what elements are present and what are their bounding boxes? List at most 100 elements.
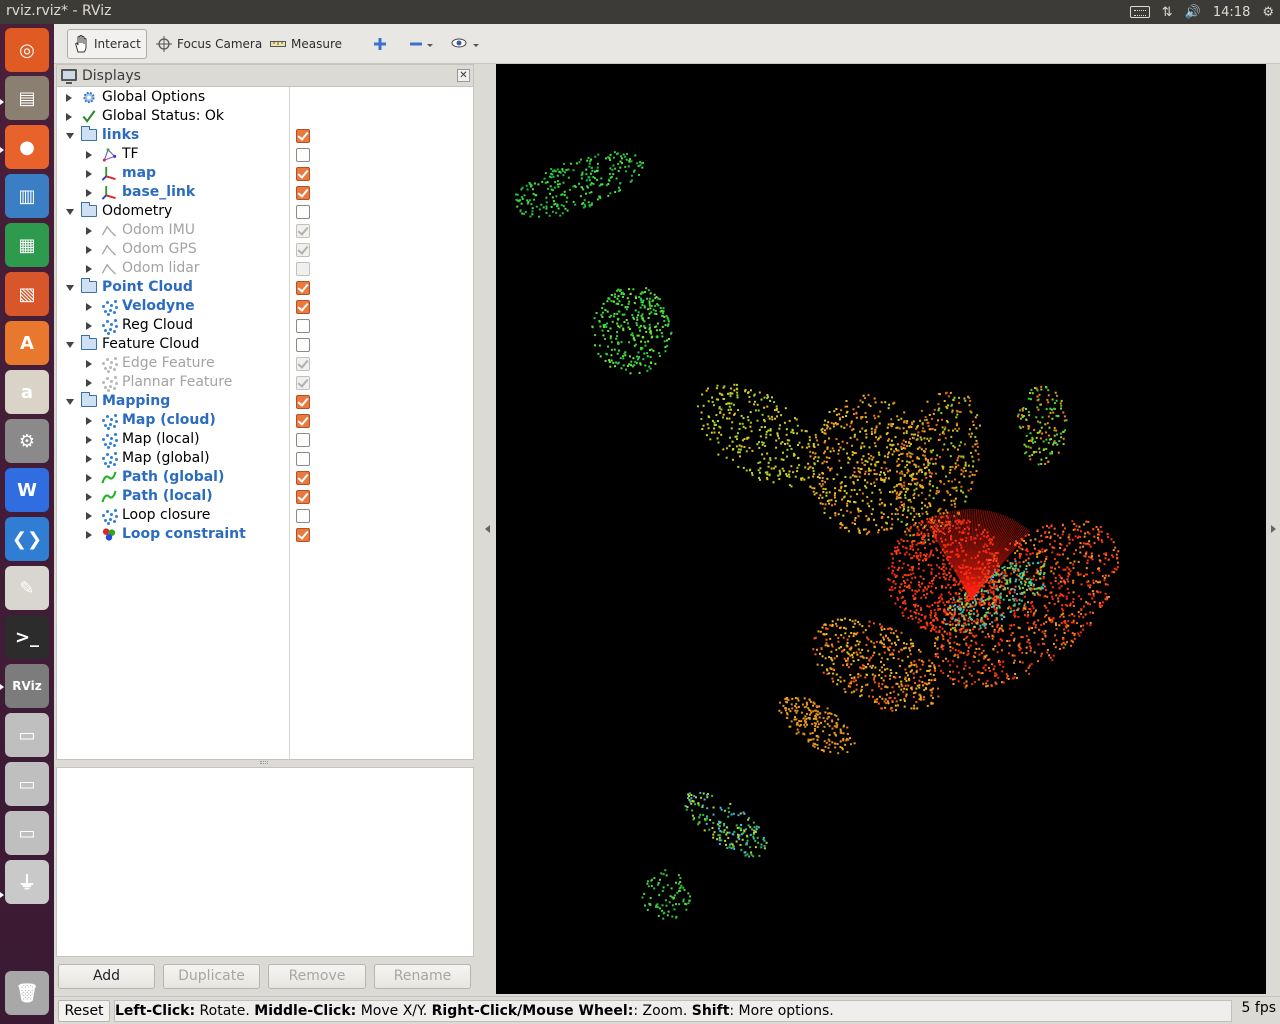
enable-checkbox[interactable] — [296, 148, 310, 162]
enable-checkbox[interactable] — [296, 186, 310, 200]
collapsed-arrow-icon[interactable] — [86, 360, 92, 368]
keyboard-icon[interactable] — [1129, 6, 1150, 18]
enable-checkbox[interactable] — [296, 205, 310, 219]
enable-checkbox[interactable] — [296, 281, 310, 295]
rviz-icon[interactable]: RViz — [5, 664, 49, 708]
render-3d-view[interactable] — [496, 64, 1266, 994]
ubuntu-dash-icon[interactable]: ◎ — [5, 28, 49, 72]
impress-icon[interactable]: ▧ — [5, 272, 49, 316]
system-settings-icon[interactable]: ⚙ — [5, 419, 49, 463]
collapse-right-arrow-icon[interactable] — [1271, 525, 1276, 533]
display-item-odometry[interactable]: Odometry — [57, 202, 473, 221]
enable-checkbox[interactable] — [296, 129, 310, 143]
expanded-arrow-icon[interactable] — [66, 399, 74, 405]
display-item-map-local[interactable]: Map (local) — [57, 430, 473, 449]
measure-tool-button[interactable]: Measure — [265, 29, 347, 59]
trash-icon[interactable]: 🗑 — [5, 971, 49, 1015]
enable-checkbox[interactable] — [296, 300, 310, 314]
drive-icon[interactable]: ▭ — [5, 762, 49, 806]
reset-button[interactable]: Reset — [58, 1000, 110, 1022]
close-panel-icon[interactable]: ✕ — [457, 69, 470, 82]
collapsed-arrow-icon[interactable] — [86, 170, 92, 178]
enable-checkbox[interactable] — [296, 357, 310, 371]
enable-checkbox[interactable] — [296, 509, 310, 523]
enable-checkbox[interactable] — [296, 376, 310, 390]
focus-camera-tool-button[interactable]: Focus Camera — [151, 29, 267, 59]
display-item-map-cloud[interactable]: Map (cloud) — [57, 411, 473, 430]
enable-checkbox[interactable] — [296, 262, 310, 276]
enable-checkbox[interactable] — [296, 395, 310, 409]
enable-checkbox[interactable] — [296, 452, 310, 466]
add-display-button[interactable]: Add — [58, 964, 155, 989]
display-item-path-local[interactable]: Path (local) — [57, 487, 473, 506]
expanded-arrow-icon[interactable] — [66, 285, 74, 291]
display-item-global-options[interactable]: Global Options — [57, 88, 473, 107]
vscode-icon[interactable]: ❮❯ — [5, 517, 49, 561]
collapsed-arrow-icon[interactable] — [86, 189, 92, 197]
collapsed-arrow-icon[interactable] — [86, 322, 92, 330]
display-item-odom-gps[interactable]: Odom GPS — [57, 240, 473, 259]
add-tool-button[interactable] — [368, 29, 392, 59]
display-item-plannar-feature[interactable]: Plannar Feature — [57, 373, 473, 392]
wps-icon[interactable]: W — [5, 468, 49, 512]
enable-checkbox[interactable] — [296, 528, 310, 542]
enable-checkbox[interactable] — [296, 224, 310, 238]
enable-checkbox[interactable] — [296, 471, 310, 485]
drive-icon[interactable]: ▭ — [5, 713, 49, 757]
collapsed-arrow-icon[interactable] — [86, 227, 92, 235]
enable-checkbox[interactable] — [296, 433, 310, 447]
collapse-left-arrow-icon[interactable] — [485, 525, 490, 533]
display-item-path-global[interactable]: Path (global) — [57, 468, 473, 487]
collapsed-arrow-icon[interactable] — [66, 113, 72, 121]
collapsed-arrow-icon[interactable] — [86, 417, 92, 425]
display-item-tf[interactable]: TF — [57, 145, 473, 164]
collapsed-arrow-icon[interactable] — [86, 474, 92, 482]
collapsed-arrow-icon[interactable] — [86, 493, 92, 501]
clock[interactable]: 14:18 — [1213, 5, 1250, 20]
collapsed-arrow-icon[interactable] — [86, 512, 92, 520]
collapsed-arrow-icon[interactable] — [86, 246, 92, 254]
display-item-base-link[interactable]: base_link — [57, 183, 473, 202]
usb-drive-icon[interactable]: ⏚ — [5, 860, 49, 904]
remove-tool-button[interactable] — [404, 29, 440, 59]
collapsed-arrow-icon[interactable] — [86, 151, 92, 159]
display-item-edge-feature[interactable]: Edge Feature — [57, 354, 473, 373]
collapsed-arrow-icon[interactable] — [86, 455, 92, 463]
enable-checkbox[interactable] — [296, 167, 310, 181]
writer-icon[interactable]: ▥ — [5, 174, 49, 218]
display-item-global-status-ok[interactable]: Global Status: Ok — [57, 107, 473, 126]
display-item-feature-cloud[interactable]: Feature Cloud — [57, 335, 473, 354]
collapsed-arrow-icon[interactable] — [86, 436, 92, 444]
display-item-loop-closure[interactable]: Loop closure — [57, 506, 473, 525]
expanded-arrow-icon[interactable] — [66, 209, 74, 215]
text-editor-icon[interactable]: ✎ — [5, 566, 49, 610]
display-item-loop-constraint[interactable]: Loop constraint — [57, 525, 473, 544]
display-item-odom-imu[interactable]: Odom IMU — [57, 221, 473, 240]
display-item-velodyne[interactable]: Velodyne — [57, 297, 473, 316]
collapsed-arrow-icon[interactable] — [66, 94, 72, 102]
display-item-links[interactable]: links — [57, 126, 473, 145]
amazon-icon[interactable]: a — [5, 370, 49, 414]
panel-splitter-handle[interactable] — [260, 761, 268, 764]
enable-checkbox[interactable] — [296, 414, 310, 428]
enable-checkbox[interactable] — [296, 243, 310, 257]
software-center-icon[interactable]: A — [5, 321, 49, 365]
collapsed-arrow-icon[interactable] — [86, 265, 92, 273]
duplicate-display-button[interactable]: Duplicate — [163, 964, 260, 989]
firefox-icon[interactable]: ● — [5, 125, 49, 169]
expanded-arrow-icon[interactable] — [66, 342, 74, 348]
interact-tool-button[interactable]: Interact — [67, 29, 147, 59]
calc-icon[interactable]: ▦ — [5, 223, 49, 267]
network-icon[interactable]: ⇅ — [1162, 5, 1173, 20]
terminal-icon[interactable]: >_ — [5, 615, 49, 659]
display-item-map-global[interactable]: Map (global) — [57, 449, 473, 468]
volume-icon[interactable]: 🔊 — [1185, 5, 1201, 20]
files-icon[interactable]: ▤ — [5, 76, 49, 120]
display-item-point-cloud[interactable]: Point Cloud — [57, 278, 473, 297]
enable-checkbox[interactable] — [296, 490, 310, 504]
display-item-odom-lidar[interactable]: Odom lidar — [57, 259, 473, 278]
remove-display-button[interactable]: Remove — [268, 964, 366, 989]
view-options-button[interactable] — [446, 29, 488, 59]
rename-display-button[interactable]: Rename — [374, 964, 471, 989]
collapsed-arrow-icon[interactable] — [86, 303, 92, 311]
